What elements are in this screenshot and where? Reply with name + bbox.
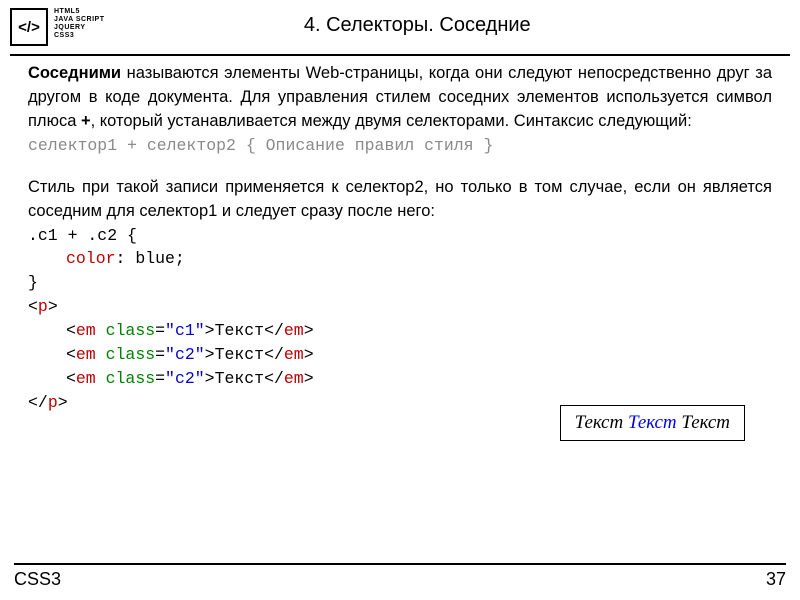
divider (10, 54, 790, 56)
logo-line: HTML5 (54, 8, 105, 16)
code-text: Текст (215, 321, 265, 340)
code: > (48, 297, 58, 316)
code: = (155, 321, 165, 340)
text: , который устанавливается между двумя се… (91, 112, 692, 130)
paragraph-2: Стиль при такой записи применяется к сел… (28, 176, 772, 224)
code-attr: class (96, 345, 155, 364)
example-text: Текст (575, 412, 628, 433)
code-tag: p (48, 393, 58, 412)
code: </ (28, 393, 48, 412)
logo-line: JQUERY (54, 24, 105, 32)
plus-symbol: + (81, 112, 91, 130)
code-value: "c2" (165, 369, 205, 388)
code: > (205, 369, 215, 388)
code-value: "c2" (165, 345, 205, 364)
code: < (66, 369, 76, 388)
logo-line: JAVA SCRIPT (54, 16, 105, 24)
code-tag: em (284, 321, 304, 340)
code-attr: class (96, 369, 155, 388)
logo-icon: </> (10, 8, 48, 46)
code: > (304, 345, 314, 364)
example-text-blue: Текст (628, 412, 681, 433)
paragraph-1: Соседними называются элементы Web-страни… (28, 62, 772, 134)
code: } (28, 273, 38, 292)
code-tag: em (284, 345, 304, 364)
example-text: Текст (681, 412, 730, 433)
code: </ (264, 321, 284, 340)
slide-footer: CSS3 37 (0, 563, 800, 590)
example-output: Текст Текст Текст (560, 405, 745, 441)
code: </ (264, 345, 284, 364)
term-bold: Соседними (28, 64, 121, 82)
footer-left: CSS3 (14, 569, 61, 590)
code: = (155, 369, 165, 388)
page-number: 37 (766, 569, 786, 590)
code-text: Текст (215, 345, 265, 364)
code-attr: class (96, 321, 155, 340)
code: < (66, 321, 76, 340)
logo-text: HTML5 JAVA SCRIPT JQUERY CSS3 (54, 8, 105, 40)
code: > (205, 345, 215, 364)
code-keyword: color (66, 249, 116, 268)
code: < (28, 297, 38, 316)
code-tag: em (76, 345, 96, 364)
slide-header: </> HTML5 JAVA SCRIPT JQUERY CSS3 4. Сел… (0, 0, 800, 50)
code-text: Текст (215, 369, 265, 388)
code-value: "c1" (165, 321, 205, 340)
code-tag: em (76, 321, 96, 340)
page-title: 4. Селекторы. Соседние (105, 8, 791, 37)
code: < (66, 345, 76, 364)
code: = (155, 345, 165, 364)
code: .c1 + .c2 { (28, 226, 137, 245)
code: </ (264, 369, 284, 388)
code-tag: em (284, 369, 304, 388)
logo-line: CSS3 (54, 32, 105, 40)
code: > (58, 393, 68, 412)
divider (14, 563, 786, 565)
syntax-line: селектор1 + селектор2 { Описание правил … (28, 134, 772, 158)
code-tag: em (76, 369, 96, 388)
code-block: .c1 + .c2 { color: blue; } <p> <em class… (28, 224, 772, 415)
code: > (304, 369, 314, 388)
slide-body: Соседними называются элементы Web-страни… (0, 62, 800, 415)
code: > (304, 321, 314, 340)
code: : blue; (116, 249, 185, 268)
code-tag: p (38, 297, 48, 316)
code: > (205, 321, 215, 340)
